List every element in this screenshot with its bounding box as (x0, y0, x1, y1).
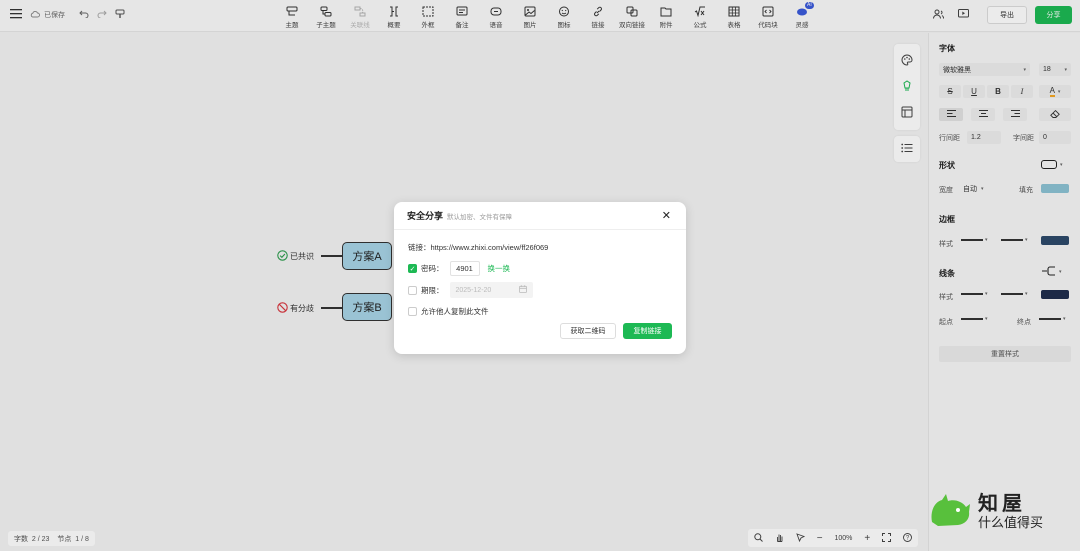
expiry-date-placeholder: 2025-12-20 (455, 286, 492, 294)
expiry-label: 期限： (421, 285, 444, 295)
close-icon[interactable]: ✕ (662, 209, 671, 222)
copy-link-button[interactable]: 复制链接 (623, 323, 672, 339)
dialog-subtitle: 默认加密、文件有保障 (447, 213, 513, 221)
secure-share-dialog: 安全分享 默认加密、文件有保障 ✕ 链接：https://www.zhixi.c… (394, 202, 686, 354)
share-link-text: 链接：https://www.zhixi.com/view/ff26f069 (408, 243, 549, 252)
watermark: 知屋 什么值得买 (928, 492, 1043, 532)
dialog-title: 安全分享 (407, 211, 444, 221)
allow-copy-checkbox[interactable] (408, 307, 417, 316)
password-row: ✓ 密码： 4901 换一换 (408, 261, 510, 276)
password-input[interactable]: 4901 (449, 261, 480, 276)
expiry-row: 期限： 2025-12-20 (408, 282, 533, 298)
expiry-date-input[interactable]: 2025-12-20 (449, 282, 533, 298)
rhino-logo-icon (928, 492, 972, 532)
change-password-link[interactable]: 换一换 (488, 263, 511, 274)
calendar-icon (518, 285, 527, 295)
allow-copy-label: 允许他人复制此文件 (421, 307, 489, 316)
watermark-subtitle: 什么值得买 (978, 515, 1044, 530)
password-checkbox[interactable]: ✓ (408, 264, 417, 273)
get-qr-code-button[interactable]: 获取二维码 (560, 323, 616, 339)
allow-copy-row: 允许他人复制此文件 (408, 306, 489, 317)
watermark-title: 知屋 (978, 493, 1026, 515)
expiry-checkbox[interactable] (408, 285, 417, 295)
password-label: 密码： (421, 264, 444, 273)
watermark-text: 知屋 什么值得买 (978, 493, 1043, 531)
dialog-header: 安全分享 默认加密、文件有保障 ✕ (394, 202, 686, 230)
